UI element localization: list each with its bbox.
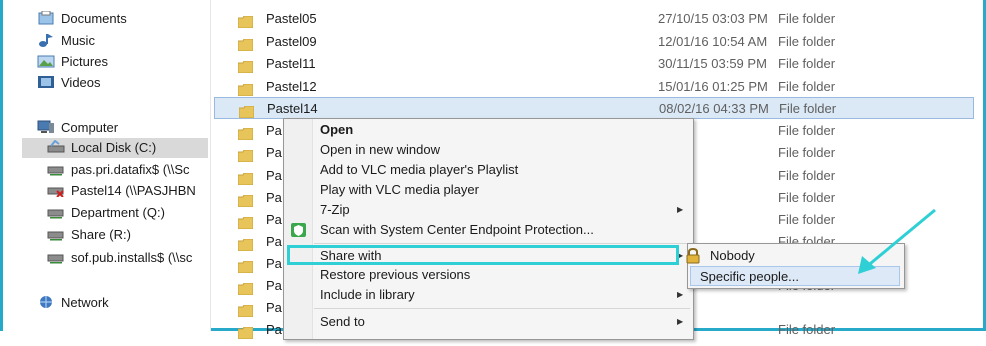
file-type: File folder — [778, 212, 836, 227]
file-row[interactable]: Pastel12 15/01/16 01:25 PM File folder — [214, 76, 974, 98]
nav-item-pas-pri-datafix[interactable]: pas.pri.datafix$ (\\Sc — [47, 160, 213, 180]
file-name: Pa — [266, 123, 282, 138]
menu-item-include-in-library[interactable]: Include in library ▶ — [285, 285, 690, 305]
submenu-item-specific-people[interactable]: Specific people... — [690, 266, 900, 286]
menu-separator — [314, 308, 690, 309]
file-name: Pa — [266, 212, 282, 227]
file-type: File folder — [778, 145, 836, 160]
file-type: File folder — [778, 11, 836, 26]
folder-icon — [237, 192, 254, 208]
disconnected-network-drive-icon — [47, 183, 65, 198]
file-type: File folder — [778, 56, 836, 71]
menu-item-open-new-window[interactable]: Open in new window — [285, 140, 690, 160]
folder-icon — [237, 13, 254, 29]
menu-item-add-to-vlc-playlist[interactable]: Add to VLC media player's Playlist — [285, 160, 690, 180]
file-name: Pastel12 — [266, 79, 317, 94]
file-name: Pa — [266, 256, 282, 271]
nav-item-documents[interactable]: Documents — [37, 9, 127, 29]
menu-item-send-to[interactable]: Send to ▶ — [285, 312, 690, 332]
folder-icon — [237, 258, 254, 274]
nav-item-computer[interactable]: Computer — [37, 118, 118, 138]
network-icon — [37, 295, 55, 309]
folder-icon — [237, 125, 254, 141]
file-type: File folder — [778, 168, 836, 183]
menu-separator — [314, 243, 690, 244]
menu-item-scan-endpoint-protection[interactable]: Scan with System Center Endpoint Protect… — [285, 220, 690, 240]
folder-icon — [237, 36, 254, 52]
file-type: File folder — [778, 322, 836, 337]
menu-item-open[interactable]: Open — [285, 120, 690, 140]
folder-icon — [237, 280, 254, 296]
file-name: Pa — [266, 234, 282, 249]
nav-item-share[interactable]: Share (R:) — [47, 225, 213, 245]
endpoint-protection-icon — [291, 223, 306, 243]
file-date: 15/01/16 01:25 PM — [658, 79, 768, 94]
nav-item-pastel14-drive[interactable]: Pastel14 (\\PASJHBN — [47, 181, 213, 201]
folder-icon — [237, 58, 254, 74]
file-name: Pastel14 — [267, 101, 318, 116]
folder-icon — [237, 214, 254, 230]
file-type: File folder — [778, 123, 836, 138]
nav-item-videos[interactable]: Videos — [37, 73, 101, 93]
folder-icon — [237, 236, 254, 252]
menu-item-restore-previous-versions[interactable]: Restore previous versions — [285, 265, 690, 285]
submenu-arrow-icon: ▶ — [677, 290, 684, 299]
computer-icon — [37, 120, 55, 134]
network-drive-icon — [47, 162, 65, 176]
file-type: File folder — [778, 190, 836, 205]
folder-icon — [237, 81, 254, 97]
folder-icon — [237, 324, 254, 340]
nav-item-local-disk[interactable]: Local Disk (C:) — [22, 138, 208, 158]
nav-item-pictures[interactable]: Pictures — [37, 52, 108, 72]
file-row[interactable]: Pastel11 30/11/15 03:59 PM File folder — [214, 53, 974, 75]
file-row[interactable]: Pastel09 12/01/16 10:54 AM File folder — [214, 31, 974, 53]
file-name: Pa — [266, 190, 282, 205]
nav-item-network[interactable]: Network — [37, 293, 109, 313]
share-with-highlight — [287, 245, 679, 265]
file-name: Pa — [266, 145, 282, 160]
file-name: Pa — [266, 300, 282, 315]
network-drive-icon — [47, 205, 65, 219]
menu-item-play-with-vlc[interactable]: Play with VLC media player — [285, 180, 690, 200]
context-menu[interactable]: Open Open in new window Add to VLC media… — [283, 118, 694, 340]
folder-icon — [237, 170, 254, 186]
file-name: Pastel05 — [266, 11, 317, 26]
file-name: Pa — [266, 278, 282, 293]
documents-library-icon — [37, 10, 55, 25]
folder-icon — [237, 302, 254, 318]
music-library-icon — [37, 33, 55, 47]
file-date: 08/02/16 04:33 PM — [659, 101, 769, 116]
folder-icon — [237, 147, 254, 163]
file-row-selected[interactable]: Pastel14 08/02/16 04:33 PM File folder — [214, 97, 974, 119]
file-type: File folder — [779, 101, 837, 116]
file-name: Pastel09 — [266, 34, 317, 49]
network-drive-icon — [47, 250, 65, 264]
file-date: 30/11/15 03:59 PM — [658, 56, 767, 71]
videos-library-icon — [37, 75, 55, 89]
file-name: Pa — [266, 322, 282, 337]
file-type: File folder — [778, 34, 836, 49]
menu-item-7zip[interactable]: 7-Zip ▶ — [285, 200, 690, 220]
network-drive-icon — [47, 227, 65, 241]
navigation-pane[interactable]: Documents Music Pictures Videos Computer… — [3, 0, 211, 331]
nav-item-music[interactable]: Music — [37, 31, 95, 51]
file-row[interactable]: Pastel05 27/10/15 03:03 PM File folder — [214, 8, 974, 30]
share-with-submenu[interactable]: Nobody Specific people... — [686, 243, 905, 289]
nav-item-department[interactable]: Department (Q:) — [47, 203, 213, 223]
nav-item-sof-pub-installs[interactable]: sof.pub.installs$ (\\sc — [47, 248, 213, 268]
file-date: 27/10/15 03:03 PM — [658, 11, 768, 26]
file-date: 12/01/16 10:54 AM — [658, 34, 768, 49]
submenu-arrow-icon: ▶ — [677, 317, 684, 326]
submenu-item-nobody[interactable]: Nobody — [686, 246, 900, 266]
file-type: File folder — [778, 79, 836, 94]
submenu-arrow-icon: ▶ — [677, 205, 684, 214]
local-disk-icon — [47, 139, 65, 154]
folder-icon — [238, 103, 255, 119]
file-name: Pastel11 — [266, 56, 316, 71]
pictures-library-icon — [37, 54, 55, 68]
file-name: Pa — [266, 168, 282, 183]
